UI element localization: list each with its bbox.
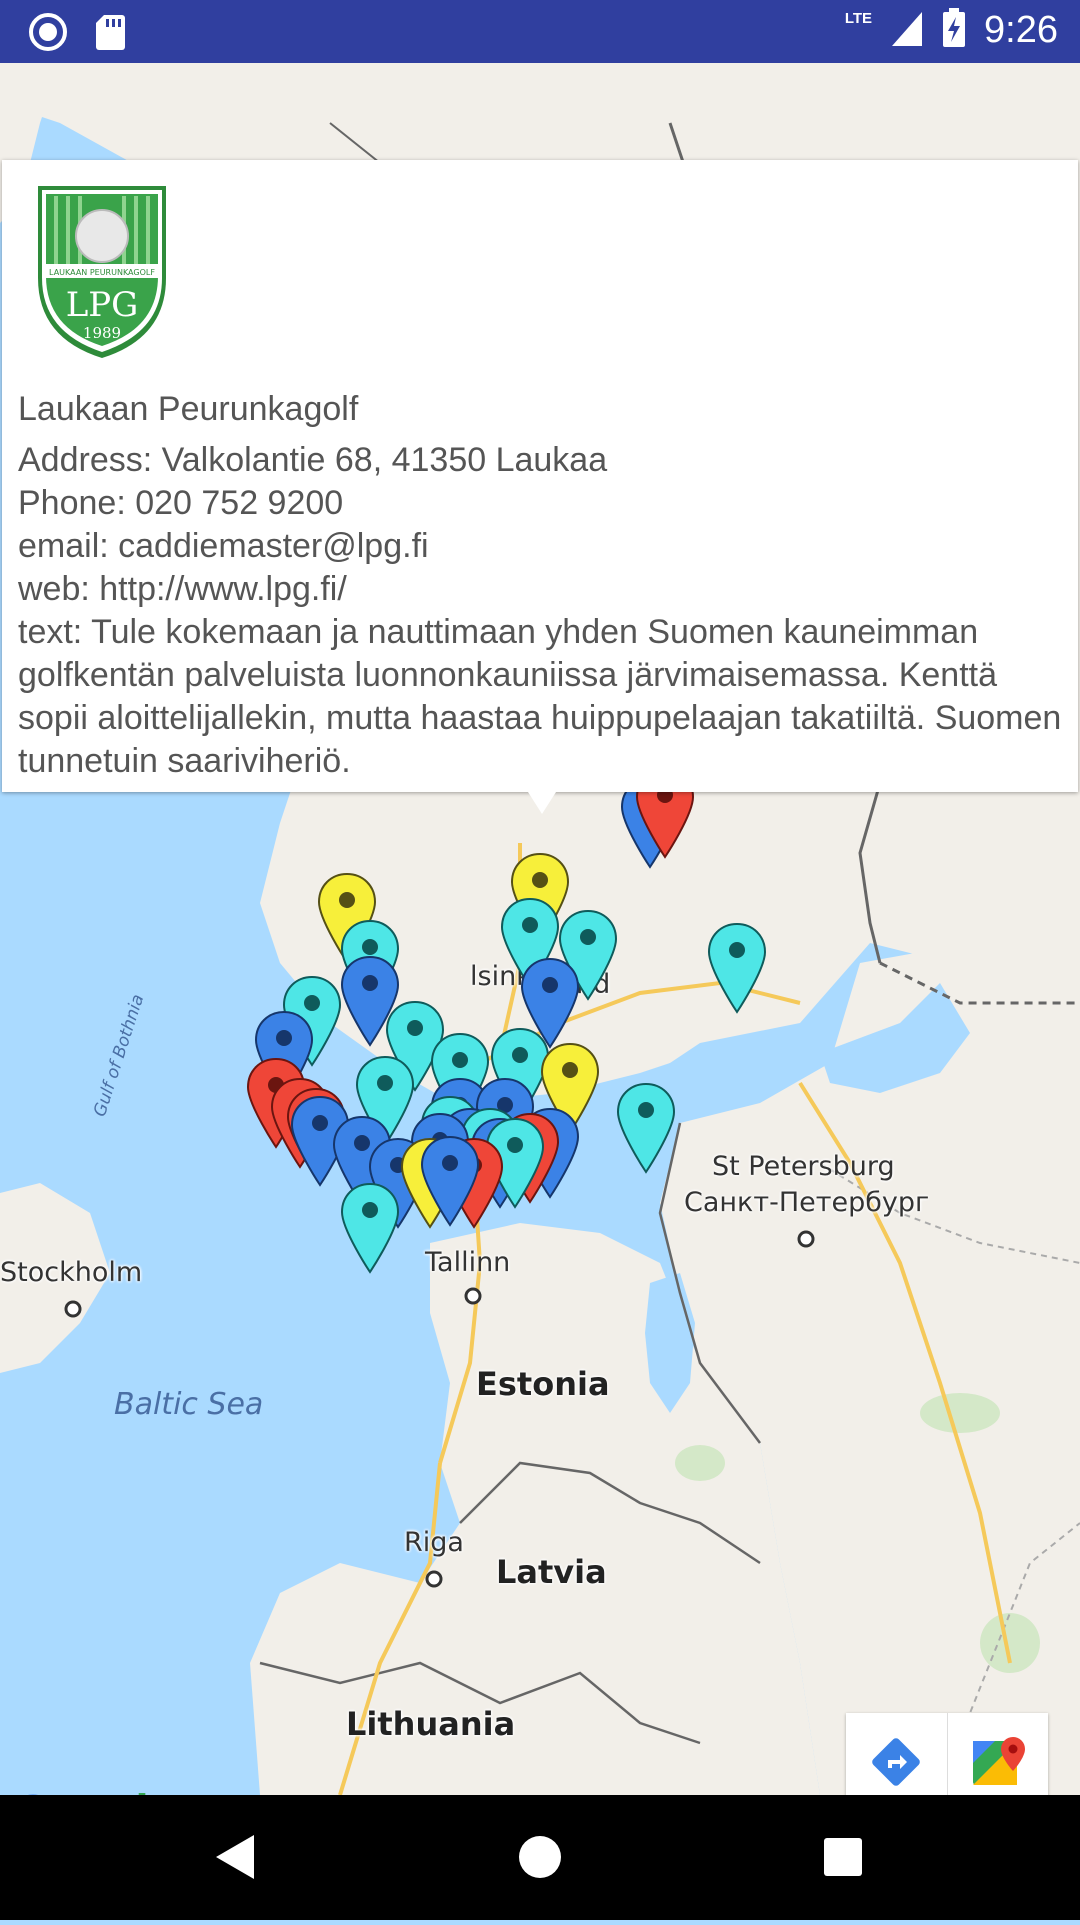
info-window-body: Laukaan Peurunkagolf Address: Valkolanti… [18, 388, 1068, 783]
map-marker-cyan[interactable] [707, 922, 767, 1014]
info-window-pointer [528, 792, 556, 814]
place-email: email: caddiemaster@lpg.fi [18, 527, 429, 565]
map-marker-cyan[interactable] [340, 1182, 400, 1274]
network-type: LTE [844, 10, 873, 27]
home-icon[interactable] [519, 1836, 561, 1878]
open-in-maps-button[interactable] [946, 1713, 1049, 1795]
place-description: text: Tule kokemaan ja nauttimaan yhden … [18, 613, 1062, 780]
google-logo[interactable]: Google [14, 1785, 174, 1795]
logo-year: 1989 [83, 324, 121, 342]
map-marker-cyan[interactable] [616, 1082, 676, 1174]
place-address: Address: Valkolantie 68, 41350 Laukaa [18, 441, 608, 479]
recents-icon[interactable] [824, 1838, 862, 1876]
logo-initials: LPG [66, 285, 139, 325]
radio-icon [28, 12, 68, 57]
google-maps-icon [972, 1737, 1025, 1785]
club-logo: LAUKAAN PEURUNKAGOLF LPG 1989 [16, 168, 186, 368]
place-title: Laukaan Peurunkagolf [18, 390, 359, 428]
sd-card-icon [94, 13, 126, 56]
logo-top-text: LAUKAAN PEURUNKAGOLF [49, 268, 155, 277]
place-web: web: http://www.lpg.fi/ [18, 570, 347, 608]
signal-icon [890, 8, 924, 53]
place-phone: Phone: 020 752 9200 [18, 484, 344, 522]
clock: 9:26 [984, 9, 1058, 51]
battery-charging-icon [942, 8, 966, 53]
navigation-bar [0, 1795, 1080, 1920]
marker-info-window[interactable]: LAUKAAN PEURUNKAGOLF LPG 1989 Laukaan Pe… [2, 160, 1078, 814]
directions-icon [872, 1738, 921, 1786]
back-icon[interactable] [216, 1835, 254, 1879]
map-toolbar [846, 1713, 1048, 1795]
status-bar: LTE 9:26 [0, 0, 1080, 63]
directions-button[interactable] [846, 1713, 947, 1795]
